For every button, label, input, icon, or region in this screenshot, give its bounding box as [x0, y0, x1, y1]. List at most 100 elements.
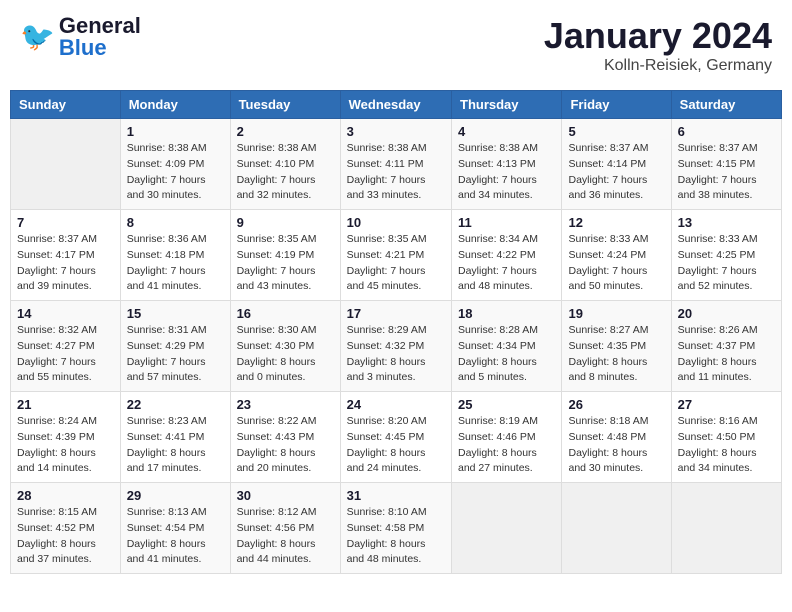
day-number: 14	[17, 306, 114, 321]
calendar-cell: 12 Sunrise: 8:33 AMSunset: 4:24 PMDayligh…	[562, 210, 671, 301]
day-number: 7	[17, 215, 114, 230]
calendar-cell: 2 Sunrise: 8:38 AMSunset: 4:10 PMDaylight…	[230, 119, 340, 210]
day-number: 28	[17, 488, 114, 503]
day-info: Sunrise: 8:38 AMSunset: 4:09 PMDaylight:…	[127, 141, 224, 204]
day-info: Sunrise: 8:38 AMSunset: 4:10 PMDaylight:…	[237, 141, 334, 204]
day-info: Sunrise: 8:12 AMSunset: 4:56 PMDaylight:…	[237, 505, 334, 568]
day-number: 17	[347, 306, 445, 321]
calendar-cell: 21 Sunrise: 8:24 AMSunset: 4:39 PMDayligh…	[11, 392, 121, 483]
day-info: Sunrise: 8:10 AMSunset: 4:58 PMDaylight:…	[347, 505, 445, 568]
day-number: 21	[17, 397, 114, 412]
day-info: Sunrise: 8:38 AMSunset: 4:11 PMDaylight:…	[347, 141, 445, 204]
logo-bird-icon: 🐦	[20, 23, 55, 51]
day-number: 27	[678, 397, 775, 412]
day-number: 20	[678, 306, 775, 321]
day-number: 11	[458, 215, 555, 230]
day-info: Sunrise: 8:37 AMSunset: 4:14 PMDaylight:…	[568, 141, 664, 204]
day-number: 6	[678, 124, 775, 139]
day-number: 30	[237, 488, 334, 503]
day-number: 10	[347, 215, 445, 230]
weekday-header-sunday: Sunday	[11, 91, 121, 119]
day-number: 5	[568, 124, 664, 139]
day-number: 9	[237, 215, 334, 230]
calendar-cell: 29Sunrise: 8:13 AMSunset: 4:54 PMDayligh…	[120, 483, 230, 574]
day-number: 26	[568, 397, 664, 412]
day-info: Sunrise: 8:29 AMSunset: 4:32 PMDaylight:…	[347, 323, 445, 386]
calendar-cell: 11Sunrise: 8:34 AMSunset: 4:22 PMDayligh…	[452, 210, 562, 301]
day-info: Sunrise: 8:31 AMSunset: 4:29 PMDaylight:…	[127, 323, 224, 386]
day-info: Sunrise: 8:33 AMSunset: 4:25 PMDaylight:…	[678, 232, 775, 295]
calendar-cell: 6 Sunrise: 8:37 AMSunset: 4:15 PMDaylight…	[671, 119, 781, 210]
day-number: 15	[127, 306, 224, 321]
weekday-header-friday: Friday	[562, 91, 671, 119]
day-info: Sunrise: 8:28 AMSunset: 4:34 PMDaylight:…	[458, 323, 555, 386]
calendar-cell: 24 Sunrise: 8:20 AMSunset: 4:45 PMDayligh…	[340, 392, 451, 483]
day-info: Sunrise: 8:20 AMSunset: 4:45 PMDaylight:…	[347, 414, 445, 477]
weekday-header-row: SundayMondayTuesdayWednesdayThursdayFrid…	[11, 91, 782, 119]
calendar-cell: 1 Sunrise: 8:38 AMSunset: 4:09 PMDaylight…	[120, 119, 230, 210]
logo: 🐦 General Blue	[20, 15, 141, 59]
day-info: Sunrise: 8:24 AMSunset: 4:39 PMDaylight:…	[17, 414, 114, 477]
day-info: Sunrise: 8:35 AMSunset: 4:21 PMDaylight:…	[347, 232, 445, 295]
calendar-week-1: 1 Sunrise: 8:38 AMSunset: 4:09 PMDaylight…	[11, 119, 782, 210]
calendar-cell: 14 Sunrise: 8:32 AMSunset: 4:27 PMDayligh…	[11, 301, 121, 392]
calendar-cell: 17 Sunrise: 8:29 AMSunset: 4:32 PMDayligh…	[340, 301, 451, 392]
day-number: 23	[237, 397, 334, 412]
calendar-cell: 27 Sunrise: 8:16 AMSunset: 4:50 PMDayligh…	[671, 392, 781, 483]
day-info: Sunrise: 8:16 AMSunset: 4:50 PMDaylight:…	[678, 414, 775, 477]
day-number: 22	[127, 397, 224, 412]
weekday-header-wednesday: Wednesday	[340, 91, 451, 119]
day-number: 25	[458, 397, 555, 412]
day-info: Sunrise: 8:37 AMSunset: 4:15 PMDaylight:…	[678, 141, 775, 204]
calendar-cell: 5 Sunrise: 8:37 AMSunset: 4:14 PMDaylight…	[562, 119, 671, 210]
title-block: January 2024 Kolln-Reisiek, Germany	[544, 15, 772, 75]
day-info: Sunrise: 8:36 AMSunset: 4:18 PMDaylight:…	[127, 232, 224, 295]
location-subtitle: Kolln-Reisiek, Germany	[544, 57, 772, 75]
calendar-week-4: 21 Sunrise: 8:24 AMSunset: 4:39 PMDayligh…	[11, 392, 782, 483]
calendar-cell: 30 Sunrise: 8:12 AMSunset: 4:56 PMDayligh…	[230, 483, 340, 574]
weekday-header-saturday: Saturday	[671, 91, 781, 119]
calendar-cell: 16 Sunrise: 8:30 AMSunset: 4:30 PMDayligh…	[230, 301, 340, 392]
calendar-cell: 4 Sunrise: 8:38 AMSunset: 4:13 PMDaylight…	[452, 119, 562, 210]
calendar-cell	[11, 119, 121, 210]
day-info: Sunrise: 8:23 AMSunset: 4:41 PMDaylight:…	[127, 414, 224, 477]
calendar-cell: 18 Sunrise: 8:28 AMSunset: 4:34 PMDayligh…	[452, 301, 562, 392]
day-number: 4	[458, 124, 555, 139]
day-info: Sunrise: 8:19 AMSunset: 4:46 PMDaylight:…	[458, 414, 555, 477]
day-number: 2	[237, 124, 334, 139]
weekday-header-thursday: Thursday	[452, 91, 562, 119]
logo-text: General Blue	[59, 15, 141, 59]
page-header: 🐦 General Blue January 2024 Kolln-Reisie…	[10, 10, 782, 80]
day-info: Sunrise: 8:26 AMSunset: 4:37 PMDaylight:…	[678, 323, 775, 386]
calendar-table: SundayMondayTuesdayWednesdayThursdayFrid…	[10, 90, 782, 574]
day-number: 12	[568, 215, 664, 230]
day-number: 16	[237, 306, 334, 321]
calendar-cell: 7Sunrise: 8:37 AMSunset: 4:17 PMDaylight…	[11, 210, 121, 301]
calendar-cell: 31 Sunrise: 8:10 AMSunset: 4:58 PMDayligh…	[340, 483, 451, 574]
calendar-cell: 10 Sunrise: 8:35 AMSunset: 4:21 PMDayligh…	[340, 210, 451, 301]
calendar-week-2: 7Sunrise: 8:37 AMSunset: 4:17 PMDaylight…	[11, 210, 782, 301]
calendar-cell: 26 Sunrise: 8:18 AMSunset: 4:48 PMDayligh…	[562, 392, 671, 483]
weekday-header-monday: Monday	[120, 91, 230, 119]
page-title: January 2024	[544, 15, 772, 57]
day-number: 24	[347, 397, 445, 412]
day-info: Sunrise: 8:18 AMSunset: 4:48 PMDaylight:…	[568, 414, 664, 477]
calendar-cell: 9 Sunrise: 8:35 AMSunset: 4:19 PMDaylight…	[230, 210, 340, 301]
logo-blue: Blue	[59, 37, 141, 59]
calendar-cell: 15 Sunrise: 8:31 AMSunset: 4:29 PMDayligh…	[120, 301, 230, 392]
day-info: Sunrise: 8:35 AMSunset: 4:19 PMDaylight:…	[237, 232, 334, 295]
day-info: Sunrise: 8:13 AMSunset: 4:54 PMDaylight:…	[127, 505, 224, 568]
calendar-cell: 22 Sunrise: 8:23 AMSunset: 4:41 PMDayligh…	[120, 392, 230, 483]
day-number: 31	[347, 488, 445, 503]
day-info: Sunrise: 8:30 AMSunset: 4:30 PMDaylight:…	[237, 323, 334, 386]
day-info: Sunrise: 8:38 AMSunset: 4:13 PMDaylight:…	[458, 141, 555, 204]
day-number: 18	[458, 306, 555, 321]
calendar-cell	[671, 483, 781, 574]
day-info: Sunrise: 8:33 AMSunset: 4:24 PMDaylight:…	[568, 232, 664, 295]
calendar-cell: 23Sunrise: 8:22 AMSunset: 4:43 PMDayligh…	[230, 392, 340, 483]
calendar-cell: 28Sunrise: 8:15 AMSunset: 4:52 PMDayligh…	[11, 483, 121, 574]
calendar-cell: 20 Sunrise: 8:26 AMSunset: 4:37 PMDayligh…	[671, 301, 781, 392]
day-number: 1	[127, 124, 224, 139]
calendar-cell	[562, 483, 671, 574]
day-info: Sunrise: 8:32 AMSunset: 4:27 PMDaylight:…	[17, 323, 114, 386]
